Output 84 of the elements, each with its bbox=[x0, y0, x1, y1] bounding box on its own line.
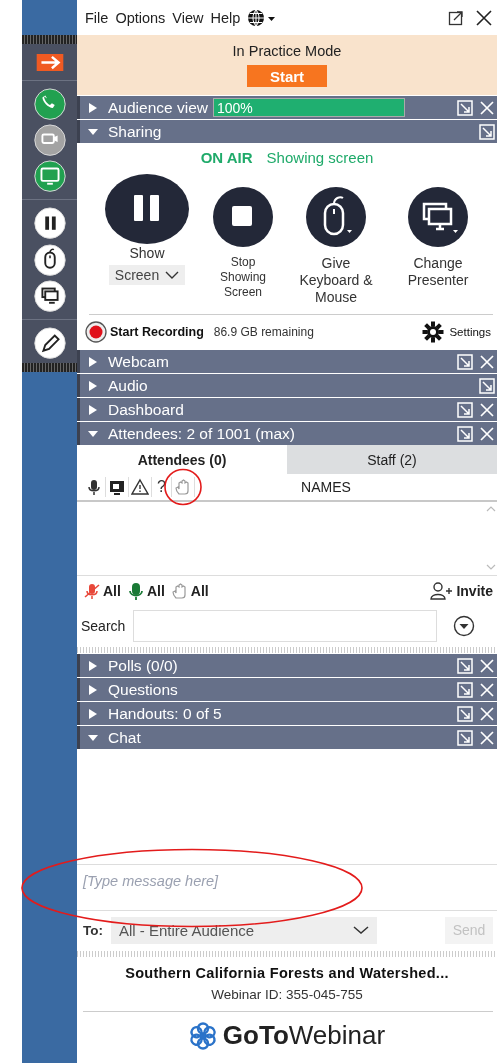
pencil-icon[interactable] bbox=[32, 327, 67, 360]
muted-microphone-icon bbox=[83, 582, 101, 600]
menu-item[interactable]: File bbox=[85, 9, 109, 26]
undock-icon[interactable] bbox=[457, 401, 473, 418]
invite-button[interactable]: Invite bbox=[430, 582, 493, 600]
panel-header[interactable]: Audio bbox=[77, 374, 497, 397]
language-icon[interactable] bbox=[247, 8, 278, 27]
all-mute-button[interactable]: All bbox=[83, 582, 121, 600]
undock-icon[interactable] bbox=[457, 729, 473, 746]
expand-triangle-icon[interactable] bbox=[87, 659, 99, 672]
menu-item[interactable]: Help bbox=[210, 9, 241, 26]
to-label: To: bbox=[83, 922, 103, 938]
tab[interactable]: Staff (2) bbox=[287, 445, 497, 474]
undock-icon[interactable] bbox=[457, 681, 473, 698]
panel-header[interactable]: Handouts: 0 of 5 bbox=[77, 702, 497, 725]
question-column[interactable]: ? bbox=[154, 478, 169, 496]
screen-dropdown[interactable]: Screen bbox=[108, 264, 186, 285]
expand-triangle-icon[interactable] bbox=[87, 683, 99, 696]
expand-triangle-icon[interactable] bbox=[87, 707, 99, 720]
monitors-icon[interactable] bbox=[32, 279, 67, 313]
search-label: Search bbox=[81, 618, 126, 634]
webinar-title: Southern California Forests and Watershed... bbox=[125, 965, 449, 981]
add-person-icon bbox=[430, 582, 455, 600]
all-unmute-button[interactable]: All bbox=[126, 582, 165, 600]
dropdown-circle-icon[interactable] bbox=[453, 615, 476, 637]
grip-handle[interactable] bbox=[22, 35, 77, 44]
undock-icon[interactable] bbox=[479, 377, 495, 394]
column-header[interactable]: NAMES bbox=[301, 479, 351, 495]
flower-logo-icon bbox=[188, 1021, 217, 1050]
panel-header[interactable]: Sharing bbox=[77, 120, 497, 143]
undock-icon[interactable] bbox=[457, 425, 473, 442]
search-field[interactable] bbox=[133, 610, 438, 642]
microphone-icon bbox=[126, 582, 145, 600]
action-label: Change Presenter bbox=[406, 254, 470, 289]
panel-header[interactable]: Audience view 100% bbox=[77, 96, 497, 119]
expand-triangle-icon[interactable] bbox=[87, 355, 99, 368]
sharing-status: Showing screen bbox=[266, 149, 374, 168]
undock-icon[interactable] bbox=[457, 705, 473, 722]
pause-icon[interactable] bbox=[104, 172, 190, 245]
pause-icon[interactable] bbox=[32, 207, 67, 240]
monitor-icon[interactable] bbox=[32, 160, 67, 193]
menu-item[interactable]: View bbox=[172, 9, 204, 26]
grip-handle[interactable] bbox=[22, 363, 77, 372]
camera-icon[interactable] bbox=[32, 123, 67, 157]
expand-triangle-icon[interactable] bbox=[87, 101, 99, 114]
undock-icon[interactable] bbox=[457, 657, 473, 674]
brand-name: GoToWebinar bbox=[222, 1020, 386, 1051]
webinar-id: Webinar ID: 355-045-755 bbox=[211, 987, 363, 1002]
panel-header[interactable]: Chat bbox=[77, 726, 497, 749]
panel-header[interactable]: Webcam bbox=[77, 350, 497, 373]
panel-header[interactable]: Dashboard bbox=[77, 398, 497, 421]
action-label: Give Keyboard & Mouse bbox=[298, 254, 374, 306]
all-lower-hand-button[interactable]: All bbox=[170, 582, 209, 600]
hand-icon[interactable] bbox=[173, 478, 192, 496]
undock-icon[interactable] bbox=[479, 123, 495, 140]
percent-label: 100% bbox=[215, 100, 253, 116]
record-icon bbox=[85, 321, 107, 344]
chevron-down-icon bbox=[353, 925, 369, 935]
undock-icon[interactable] bbox=[457, 99, 473, 116]
mode-label: In Practice Mode bbox=[232, 43, 342, 59]
on-air-label: ON AIR bbox=[200, 149, 253, 168]
chevron-down-icon bbox=[165, 269, 180, 280]
panel-header[interactable]: Questions bbox=[77, 678, 497, 701]
monitor-icon[interactable] bbox=[108, 478, 126, 496]
expand-triangle-icon[interactable] bbox=[87, 379, 99, 392]
warning-icon[interactable] bbox=[131, 478, 149, 496]
phone-icon[interactable] bbox=[32, 87, 67, 120]
microphone-icon[interactable] bbox=[85, 478, 103, 496]
close-icon[interactable] bbox=[475, 8, 493, 27]
expand-triangle-icon[interactable] bbox=[87, 403, 99, 416]
gear-icon bbox=[422, 321, 445, 344]
panel-header[interactable]: Polls (0/0) bbox=[77, 654, 497, 677]
undock-icon[interactable] bbox=[457, 353, 473, 370]
panel-header[interactable]: Attendees: 2 of 1001 (max) bbox=[77, 422, 497, 445]
menu-item[interactable]: Options bbox=[115, 9, 166, 26]
settings-button[interactable]: Settings bbox=[422, 321, 491, 344]
hand-icon bbox=[170, 582, 189, 600]
mouse-icon[interactable] bbox=[32, 243, 67, 276]
action-label: Show bbox=[129, 244, 165, 262]
action-label: Stop Showing Screen bbox=[219, 254, 267, 300]
start-recording-button[interactable]: Start Recording bbox=[85, 321, 204, 344]
pop-out-icon[interactable] bbox=[448, 9, 464, 26]
recipient-dropdown[interactable]: All - Entire Audience bbox=[111, 916, 377, 944]
storage-remaining: 86.9 GB remaining bbox=[213, 325, 314, 340]
